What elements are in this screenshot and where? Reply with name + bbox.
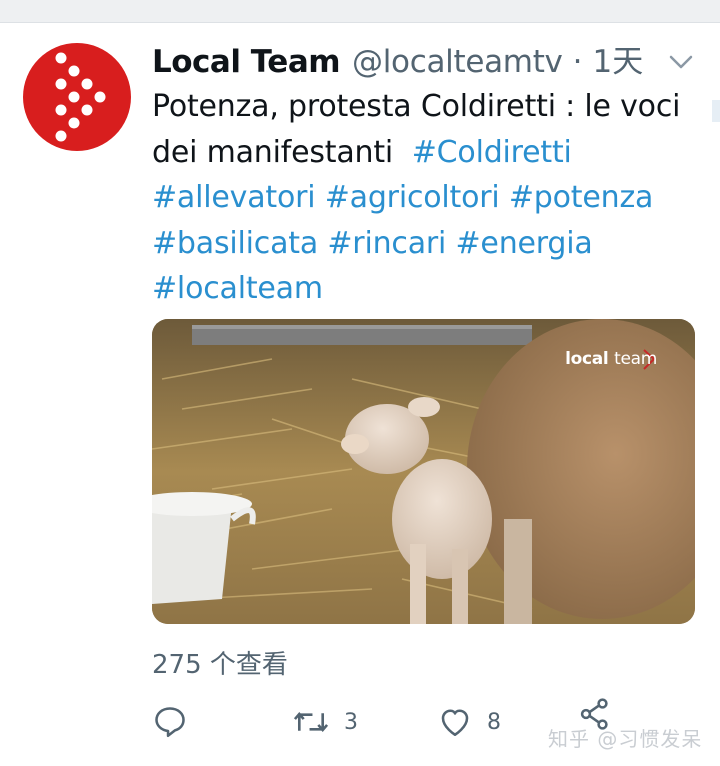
hashtag-link[interactable]: #rincari	[327, 226, 446, 261]
chevron-down-icon[interactable]	[666, 47, 696, 77]
heart-icon	[441, 709, 469, 737]
retweet-button[interactable]: 3	[292, 700, 358, 744]
hashtag-link[interactable]: #basilicata	[152, 226, 318, 261]
retweet-count: 3	[344, 709, 358, 735]
avatar[interactable]	[23, 43, 131, 151]
retweet-icon	[293, 711, 329, 733]
hashtag-link[interactable]: #energia	[456, 226, 593, 261]
hashtag-link[interactable]: #localteam	[152, 271, 323, 306]
separator-dot: ·	[572, 44, 583, 80]
view-count: 275 个查看	[152, 650, 288, 680]
hashtag-link[interactable]: #agricoltori	[325, 180, 500, 215]
like-button[interactable]: 8	[437, 700, 501, 744]
hashtag-link[interactable]: #potenza	[509, 180, 654, 215]
hashtag-link[interactable]: #Coldiretti	[412, 135, 572, 170]
tweet-text: Potenza, protesta Coldiretti : le voci d…	[152, 84, 682, 312]
hashtag-link[interactable]: #allevatori	[152, 180, 316, 215]
video-thumbnail[interactable]: local team	[152, 319, 695, 624]
tweet-time[interactable]: 1天	[592, 40, 643, 84]
like-count: 8	[487, 709, 501, 735]
reply-button[interactable]	[152, 700, 188, 744]
author-handle[interactable]: @localteamtv	[352, 40, 563, 84]
top-bar	[0, 0, 720, 23]
zhihu-watermark: 知乎 @习惯发呆	[548, 727, 703, 751]
scroll-indicator	[712, 100, 720, 122]
tweet-header: Local Team @localteamtv · 1天	[152, 40, 712, 84]
author-name[interactable]: Local Team	[152, 40, 341, 84]
video-watermark: local team	[565, 349, 657, 369]
reply-icon	[155, 707, 185, 738]
localteam-logo-icon	[55, 52, 106, 142]
